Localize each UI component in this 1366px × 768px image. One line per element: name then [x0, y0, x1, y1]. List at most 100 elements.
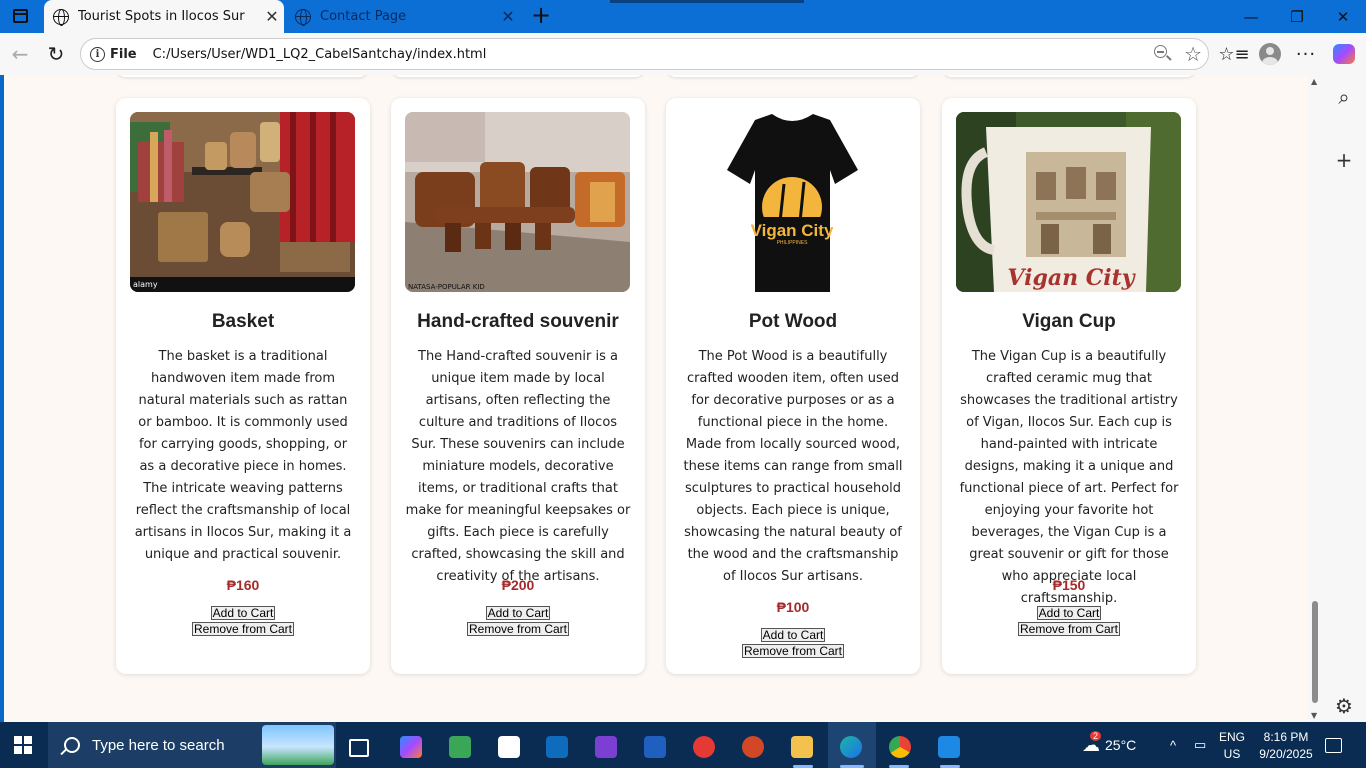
- product-title: Pot Wood: [748, 311, 838, 332]
- tab-title: Tourist Spots in Ilocos Sur: [78, 9, 245, 24]
- powerpoint-icon[interactable]: [742, 736, 764, 758]
- scrollbar-thumb[interactable]: [1312, 601, 1318, 703]
- more-dots-icon: ···: [1295, 43, 1317, 65]
- remove-from-cart-button[interactable]: Remove from Cart: [466, 622, 570, 636]
- profile-avatar-icon: [1259, 43, 1281, 65]
- windows-taskbar: Type here to search: [0, 722, 1366, 768]
- copilot-taskbar-icon[interactable]: [400, 736, 422, 758]
- product-card-hand-crafted-souvenir: NATASA-POPULAR KID Hand-crafted souvenir…: [391, 98, 645, 674]
- refresh-button[interactable]: ↻: [41, 41, 71, 67]
- tray-overflow-chevron[interactable]: ^: [1170, 722, 1176, 768]
- file-explorer-icon[interactable]: [791, 736, 813, 758]
- scroll-up-arrow-icon[interactable]: ▲: [1311, 77, 1317, 86]
- new-tab-button[interactable]: +: [528, 3, 554, 29]
- url-text[interactable]: C:/Users/User/WD1_LQ2_CabelSantchay/inde…: [153, 47, 487, 62]
- clock-time: 8:16 PM: [1263, 730, 1309, 744]
- edge-sidebar: ⌕ + ⚙: [1322, 75, 1366, 722]
- weather-temperature: 25°C: [1105, 737, 1137, 753]
- pot-wood-image: Vigan City PHILIPPINES: [680, 112, 905, 292]
- chrome-icon[interactable]: [889, 736, 911, 758]
- taskbar-search-box[interactable]: Type here to search: [48, 722, 336, 768]
- region-code: US: [1223, 747, 1241, 761]
- product-description: The Hand-crafted souvenir is a unique it…: [405, 349, 631, 584]
- hand-crafted-souvenir-image: NATASA-POPULAR KID: [405, 112, 630, 292]
- address-bar[interactable]: i File C:/Users/User/WD1_LQ2_CabelSantch…: [80, 38, 1209, 70]
- image-watermark: NATASA-POPULAR KID: [408, 283, 485, 291]
- task-view-icon[interactable]: [349, 739, 369, 757]
- network-icon[interactable]: ▭: [1194, 722, 1206, 768]
- image-watermark: alamy: [133, 280, 158, 289]
- previous-card-edge: [666, 75, 920, 77]
- zoom-out-icon[interactable]: [1152, 43, 1174, 65]
- sidebar-settings-icon[interactable]: ⚙: [1332, 694, 1356, 718]
- add-to-cart-button[interactable]: Add to Cart: [760, 628, 826, 642]
- product-title: Hand-crafted souvenir: [417, 311, 619, 332]
- copilot-icon: [1333, 44, 1355, 64]
- sidebar-search-icon[interactable]: ⌕: [1332, 85, 1356, 109]
- taskbar-search-placeholder: Type here to search: [92, 736, 225, 754]
- tab-contact-page[interactable]: Contact Page ✕: [286, 0, 520, 33]
- product-price: ₱160: [226, 577, 260, 593]
- visual-studio-icon[interactable]: [595, 736, 617, 758]
- input-language-indicator[interactable]: ENG US: [1216, 729, 1248, 763]
- browser-toolbar: ← ↻ i File C:/Users/User/WD1_LQ2_CabelSa…: [0, 33, 1366, 75]
- page-scrollbar[interactable]: ▲ ▼: [1308, 75, 1322, 722]
- notification-center-icon[interactable]: [1325, 738, 1342, 753]
- basket-image: alamy: [130, 112, 355, 292]
- product-title: Vigan Cup: [1022, 311, 1116, 332]
- close-tab-icon[interactable]: ✕: [496, 7, 520, 26]
- product-price: ₱200: [501, 577, 535, 593]
- copilot-button[interactable]: [1330, 41, 1358, 67]
- page-viewport: alamy Basket The basket is a traditional…: [4, 75, 1308, 722]
- clock-date: 9/20/2025: [1259, 747, 1313, 761]
- remove-from-cart-button[interactable]: Remove from Cart: [741, 644, 845, 658]
- favorites-icon: ☆≡: [1218, 43, 1250, 65]
- sidebar-add-icon[interactable]: +: [1332, 148, 1356, 172]
- favorites-button[interactable]: ☆≡: [1218, 41, 1250, 67]
- settings-more-button[interactable]: ···: [1292, 41, 1320, 67]
- vscode-icon[interactable]: [938, 736, 960, 758]
- microsoft-store-icon[interactable]: [498, 736, 520, 758]
- word-icon[interactable]: [644, 736, 666, 758]
- restore-button[interactable]: ❐: [1274, 0, 1320, 33]
- language-code: ENG: [1218, 730, 1245, 744]
- previous-card-edge: [942, 75, 1196, 77]
- product-description: The basket is a traditional handwoven it…: [134, 349, 352, 562]
- close-tab-icon[interactable]: ✕: [260, 7, 284, 26]
- globe-icon: [53, 8, 69, 26]
- previous-card-edge: [116, 75, 369, 77]
- add-to-cart-button[interactable]: Add to Cart: [1036, 606, 1102, 620]
- remove-from-cart-button[interactable]: Remove from Cart: [191, 622, 295, 636]
- product-card-pot-wood: Vigan City PHILIPPINES Pot Wood The Pot …: [666, 98, 920, 674]
- protocol-label: File: [110, 46, 137, 62]
- image-viewer-icon[interactable]: [449, 736, 471, 758]
- shirt-print-text: Vigan City: [751, 221, 834, 240]
- tab-tourist-spots[interactable]: Tourist Spots in Ilocos Sur ✕: [44, 0, 284, 33]
- mug-print-text: Vigan City: [1007, 265, 1136, 291]
- scroll-down-arrow-icon[interactable]: ▼: [1311, 711, 1317, 720]
- profile-button[interactable]: [1256, 41, 1284, 67]
- add-favorite-star-icon[interactable]: ☆: [1184, 43, 1202, 65]
- product-description: The Vigan Cup is a beautifully crafted c…: [959, 349, 1179, 606]
- back-button[interactable]: ←: [5, 41, 35, 67]
- shirt-print-subtext: PHILIPPINES: [777, 240, 809, 246]
- close-window-button[interactable]: ✕: [1320, 0, 1366, 33]
- search-highlight-illustration: [262, 725, 334, 765]
- add-to-cart-button[interactable]: Add to Cart: [485, 606, 551, 620]
- product-price: ₱100: [776, 599, 810, 615]
- weather-widget[interactable]: ☁ 2 25°C: [1082, 722, 1136, 768]
- globe-icon: [295, 8, 311, 26]
- outlook-icon[interactable]: [546, 736, 568, 758]
- vigan-cup-image: Vigan City: [956, 112, 1181, 292]
- window-drag-indicator: [610, 0, 804, 3]
- windows-start-icon[interactable]: [14, 736, 32, 754]
- edge-browser-icon[interactable]: [840, 736, 862, 758]
- tab-actions-menu-button[interactable]: [10, 7, 30, 25]
- site-info-icon[interactable]: i: [90, 46, 105, 62]
- product-description: The Pot Wood is a beautifully crafted wo…: [683, 349, 903, 584]
- remove-from-cart-button[interactable]: Remove from Cart: [1017, 622, 1121, 636]
- taskbar-clock[interactable]: 8:16 PM 9/20/2025: [1250, 729, 1322, 763]
- wps-office-icon[interactable]: [693, 736, 715, 758]
- minimize-button[interactable]: —: [1228, 0, 1274, 33]
- add-to-cart-button[interactable]: Add to Cart: [210, 606, 276, 620]
